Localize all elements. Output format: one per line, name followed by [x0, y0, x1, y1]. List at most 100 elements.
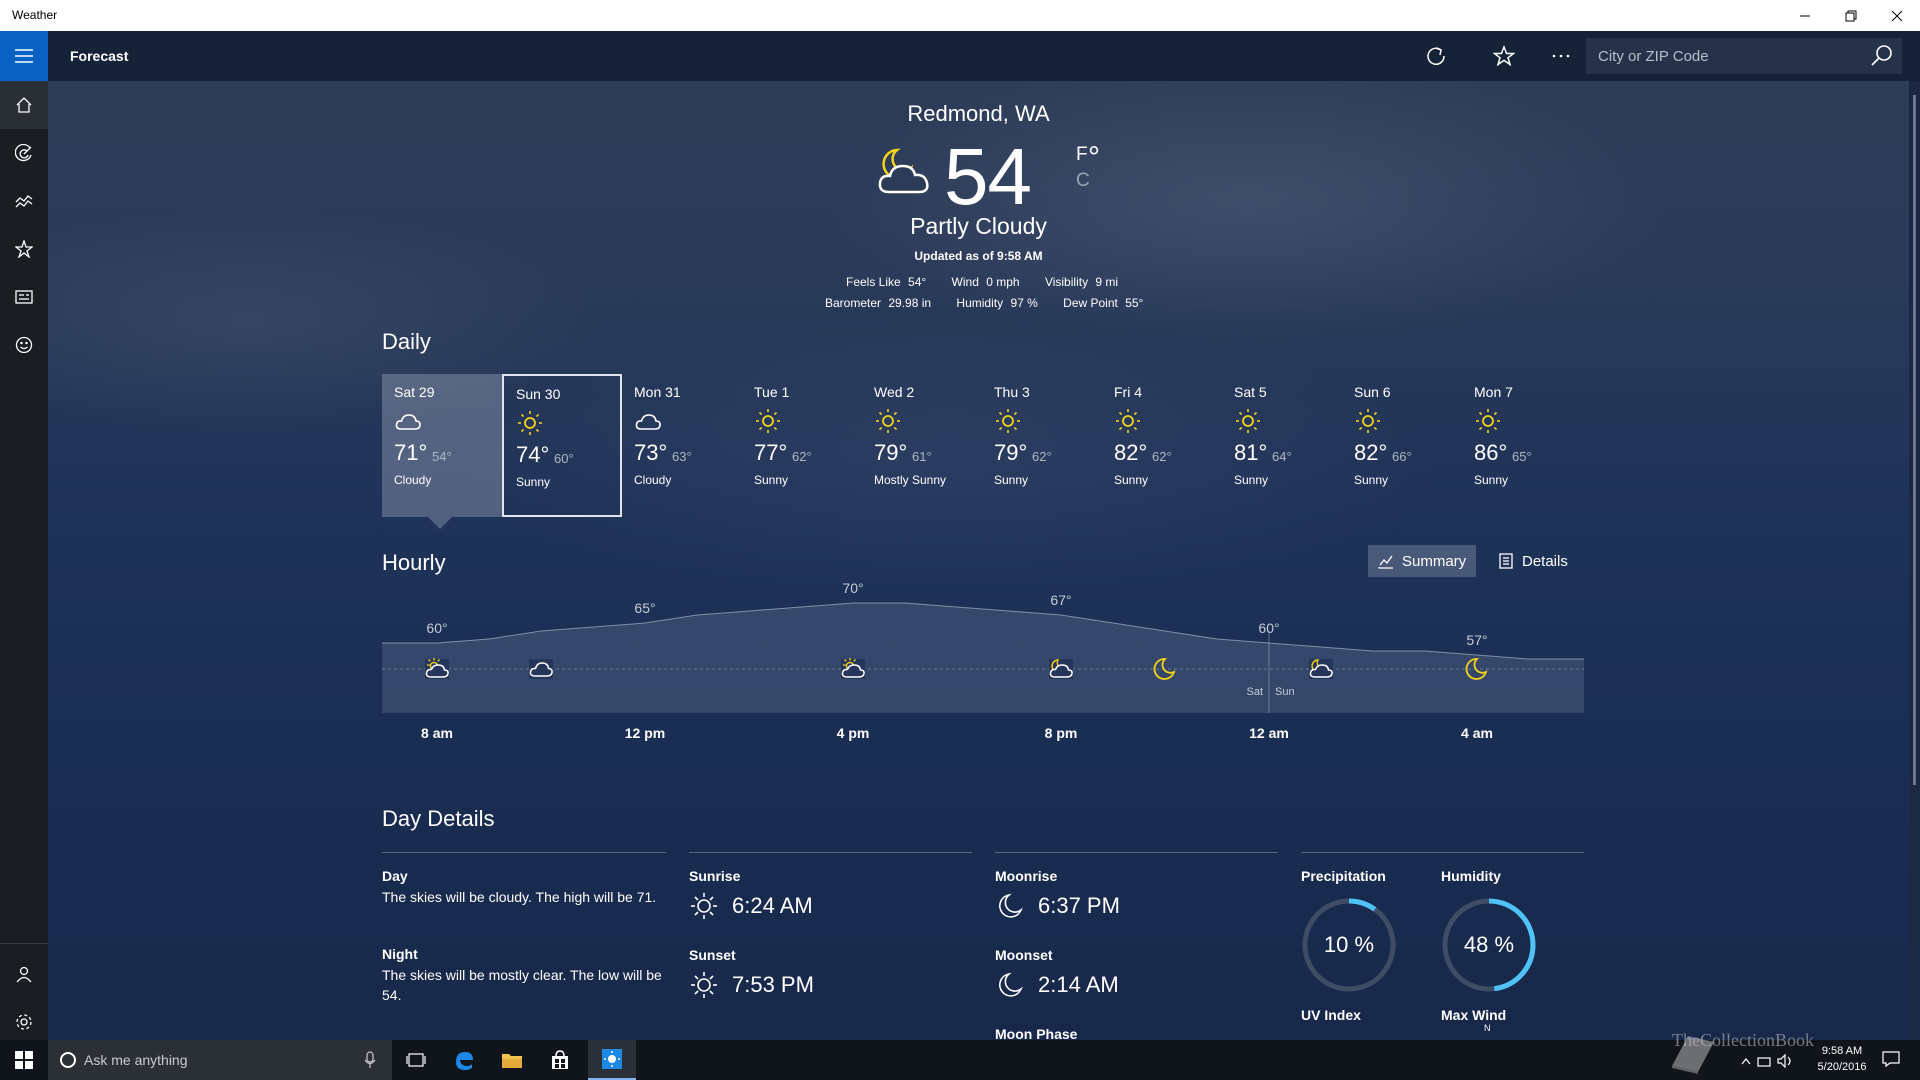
tray-icons[interactable] [1740, 1050, 1800, 1072]
nav-historical[interactable] [0, 177, 48, 225]
settings-icon [16, 1014, 32, 1030]
obs-value: 0 mph [986, 275, 1020, 289]
more-icon [1552, 54, 1570, 58]
refresh-button[interactable] [1416, 39, 1456, 73]
day-name: Thu 3 [994, 384, 1030, 400]
day-high: 86° [1474, 440, 1508, 465]
close-button[interactable] [1874, 0, 1920, 31]
nav-forecast[interactable] [0, 81, 48, 129]
day-high: 71° [394, 440, 428, 465]
task-view-button[interactable] [392, 1040, 440, 1080]
nav-places[interactable] [0, 225, 48, 273]
moonset-icon [995, 970, 1025, 1000]
day-condition: Sunny [1354, 473, 1389, 487]
day-high: 82° [1114, 440, 1148, 465]
details-button[interactable]: Details [1488, 545, 1578, 577]
sun-icon [994, 408, 1022, 434]
current-condition: Partly Cloudy [910, 213, 1047, 239]
forecast-panel: Redmond, WA 54 ° F C Partly Cloudy Updat… [48, 81, 1909, 1040]
summary-label: Summary [1402, 552, 1467, 570]
hourly-temp-label: 60° [1258, 620, 1279, 636]
file-explorer-button[interactable] [488, 1040, 536, 1080]
windows-logo-icon [15, 1051, 33, 1069]
nav-news[interactable] [0, 273, 48, 321]
day-condition: Sunny [994, 473, 1029, 487]
clock-date: 5/20/2016 [1817, 1061, 1867, 1073]
cortana-search[interactable]: Ask me anything [48, 1040, 392, 1080]
nav-maps[interactable] [0, 129, 48, 177]
scrollbar[interactable] [1909, 81, 1920, 1040]
folder-icon [502, 1054, 522, 1068]
hourly-area [382, 603, 1584, 713]
refresh-icon [1427, 47, 1445, 65]
nav-feedback[interactable] [0, 321, 48, 369]
day-low: 62° [792, 449, 812, 464]
chart-icon [1378, 555, 1393, 569]
summary-button[interactable]: Summary [1368, 545, 1477, 577]
network-icon[interactable] [1757, 1057, 1771, 1067]
day-label: Day [382, 868, 408, 884]
sun-icon [1114, 408, 1142, 434]
hourly-time-label: 12 am [1249, 725, 1289, 741]
clock-time: 9:58 AM [1821, 1045, 1863, 1057]
day-card[interactable]: Sun 30 74° 60° Sunny [502, 374, 622, 517]
store-button[interactable] [536, 1040, 584, 1080]
weather-app-icon [602, 1049, 622, 1069]
night-label: Night [382, 946, 418, 962]
day-high: 73° [634, 440, 668, 465]
minimize-button[interactable] [1782, 0, 1828, 31]
day-condition: Cloudy [394, 473, 432, 487]
scrollbar-thumb[interactable] [1913, 95, 1916, 785]
favorite-button[interactable] [1484, 39, 1524, 73]
nav-settings[interactable] [0, 998, 48, 1046]
account-icon [16, 966, 32, 983]
volume-icon[interactable] [1777, 1053, 1786, 1069]
day-card[interactable]: Mon 7 86° 65° Sunny [1462, 374, 1582, 517]
obs-label: Humidity [956, 296, 1004, 310]
hamburger-menu-button[interactable] [0, 31, 48, 81]
wind-direction: N [1484, 1023, 1491, 1033]
search-input[interactable] [1586, 38, 1866, 74]
day-card[interactable]: Sun 6 82° 66° Sunny [1342, 374, 1462, 517]
action-center-icon[interactable] [1882, 1050, 1900, 1068]
search-button[interactable] [1870, 44, 1896, 68]
microphone-icon[interactable] [364, 1051, 376, 1069]
list-icon [1499, 553, 1513, 569]
sun-icon [1234, 408, 1262, 434]
more-button[interactable] [1541, 39, 1581, 73]
precipitation-label: Precipitation [1301, 868, 1386, 884]
day-card[interactable]: Mon 31 73° 63° Cloudy [622, 374, 742, 517]
day-name: Mon 31 [634, 384, 681, 400]
weather-app-button[interactable] [588, 1040, 636, 1080]
restore-button[interactable] [1828, 0, 1874, 31]
day-card[interactable]: Sat 5 81° 64° Sunny [1222, 374, 1342, 517]
day-condition: Sunny [1474, 473, 1509, 487]
hourly-heading: Hourly [382, 550, 446, 575]
day-card[interactable]: Sat 29 71° 54° Cloudy [382, 374, 502, 529]
start-button[interactable] [0, 1040, 48, 1080]
obs-value: 9 mi [1095, 275, 1119, 289]
day-name: Sun 6 [1354, 384, 1391, 400]
unit-fahrenheit[interactable]: F [1076, 144, 1088, 166]
observations-row-1: Feels Like 54° Wind 0 mph Visibility 9 m… [846, 275, 1122, 289]
day-card[interactable]: Thu 3 79° 62° Sunny [982, 374, 1102, 517]
unit-celsius[interactable]: C [1076, 170, 1090, 192]
day-card[interactable]: Tue 1 77° 62° Sunny [742, 374, 862, 517]
location-name: Redmond, WA [907, 101, 1050, 126]
cloud-icon [529, 659, 553, 679]
edge-button[interactable] [440, 1040, 488, 1080]
home-icon [16, 97, 32, 113]
day-high: 82° [1354, 440, 1388, 465]
obs-label: Barometer [825, 296, 882, 310]
day-condition: Sunny [754, 473, 789, 487]
obs-value: 97 % [1010, 296, 1038, 310]
day-high: 79° [994, 440, 1028, 465]
nav-account[interactable] [0, 950, 48, 998]
tray-chevron-icon[interactable] [1741, 1058, 1751, 1065]
day-card[interactable]: Fri 4 82° 62° Sunny [1102, 374, 1222, 517]
day-card[interactable]: Wed 2 79° 61° Mostly Sunny [862, 374, 982, 517]
sunrise-icon [689, 891, 719, 921]
day-name: Fri 4 [1114, 384, 1142, 400]
taskbar-clock[interactable]: 9:58 AM 5/20/2016 [1802, 1043, 1882, 1075]
divider [995, 852, 1278, 853]
